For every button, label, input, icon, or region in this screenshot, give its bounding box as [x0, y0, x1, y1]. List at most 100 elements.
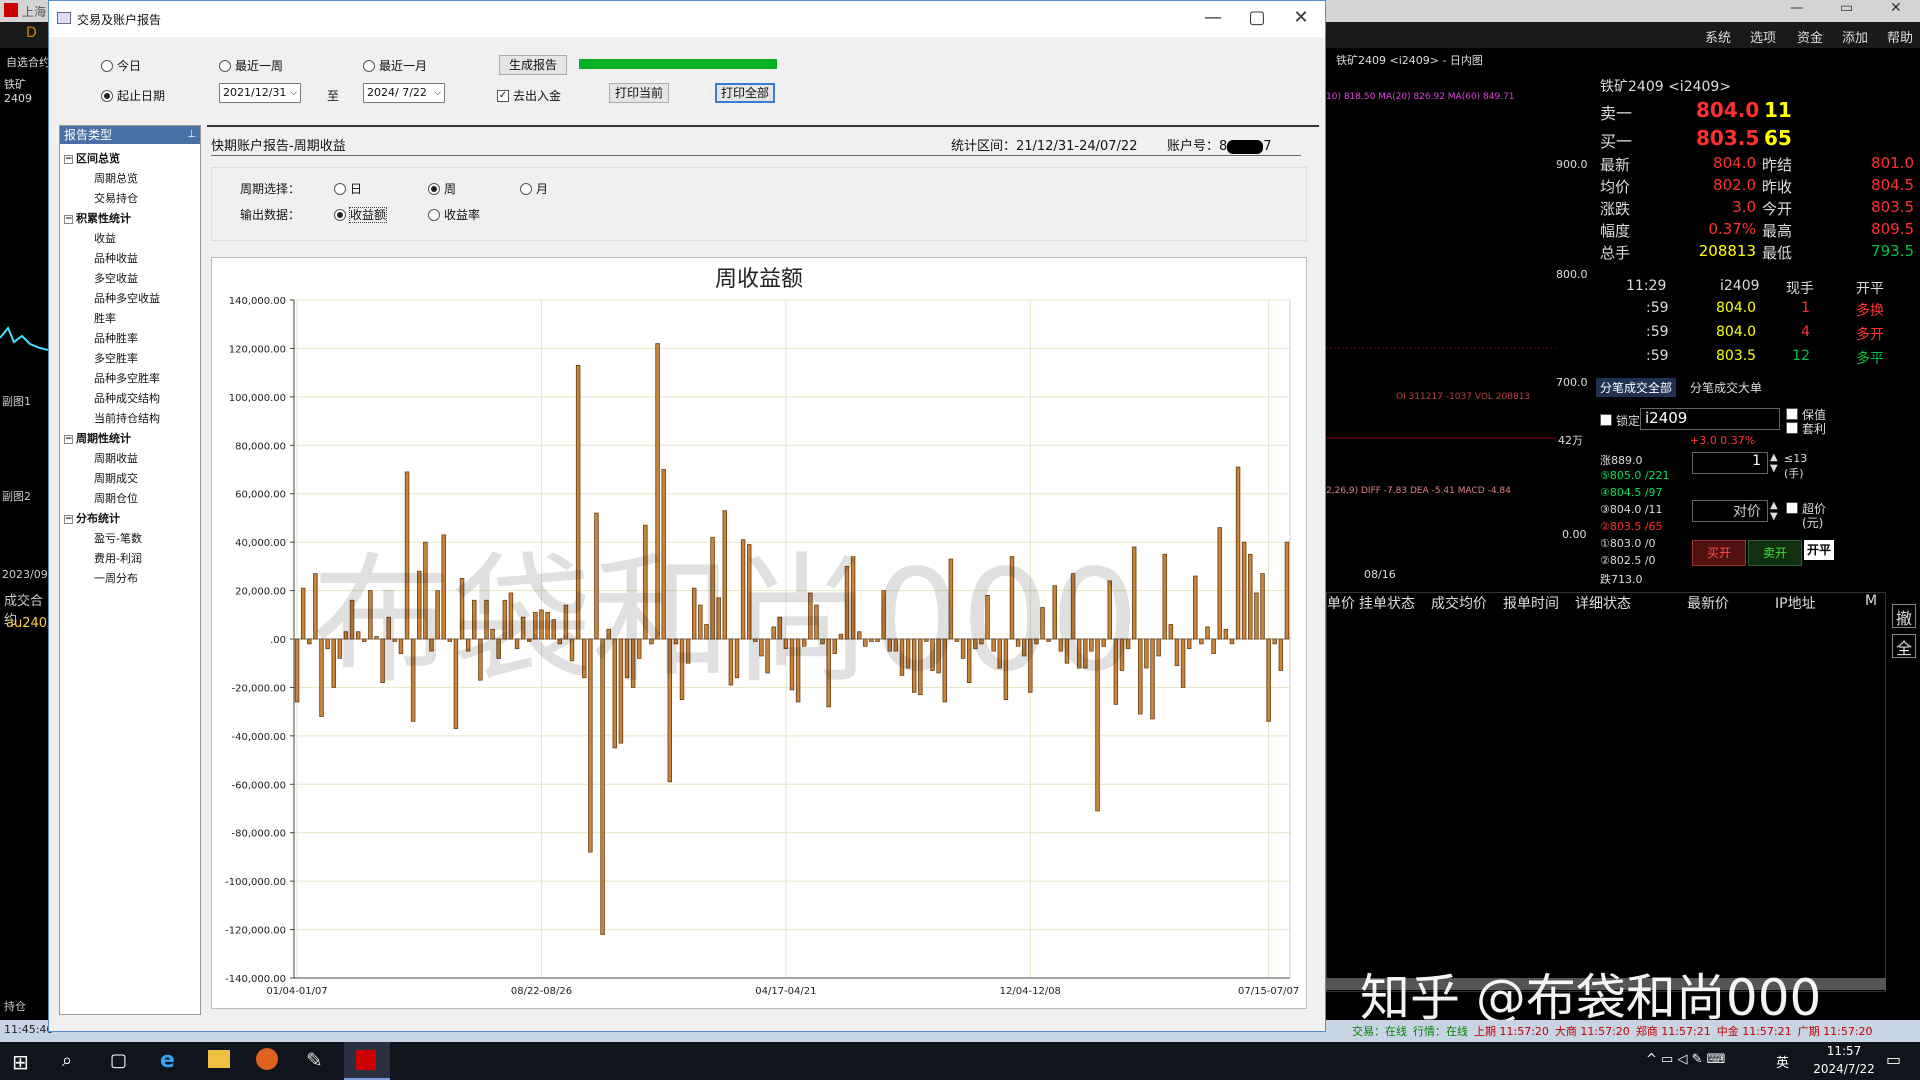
range-custom-option[interactable]: 起止日期	[101, 87, 165, 104]
ime-indicator[interactable]: 英	[1776, 1052, 1789, 1071]
tree-item[interactable]: 收益	[94, 230, 116, 246]
print-current-button[interactable]: 打印当前	[609, 83, 669, 103]
radio-output-rate[interactable]	[428, 208, 440, 221]
radio-period-week[interactable]	[428, 182, 440, 195]
openclose-button[interactable]: 开平	[1804, 540, 1834, 560]
generate-report-button[interactable]: 生成报告	[499, 55, 567, 75]
period-month-option[interactable]: 月	[520, 180, 548, 197]
depth-level[interactable]: ③804.0 /11	[1600, 503, 1663, 516]
menu-add[interactable]: 添加	[1842, 27, 1868, 46]
watchlist-label[interactable]: 自选合约	[6, 54, 50, 70]
order-col-header[interactable]: IP地址	[1775, 593, 1816, 613]
menu-funds[interactable]: 资金	[1797, 27, 1823, 46]
depth-level[interactable]: ⑤805.0 /221	[1600, 469, 1670, 482]
cancel-all-button[interactable]: 全	[1892, 634, 1916, 658]
tab-big-ticks[interactable]: 分笔成交大单	[1686, 378, 1766, 397]
tree-item[interactable]: 品种多空收益	[94, 290, 160, 306]
tree-item[interactable]: 品种成交结构	[94, 390, 160, 406]
sell-open-button[interactable]: 卖开	[1748, 540, 1802, 566]
clock-time[interactable]: 11:57	[1814, 1044, 1874, 1058]
over-price-checkbox[interactable]	[1786, 502, 1798, 514]
buy-open-button[interactable]: 买开	[1692, 540, 1746, 566]
maximize-icon[interactable]: ▢	[1239, 5, 1275, 31]
arb-checkbox[interactable]	[1786, 422, 1798, 434]
range-month-option[interactable]: 最近一月	[363, 57, 427, 74]
end-date-picker[interactable]: 2024/ 7/22 ⌵	[363, 83, 445, 103]
bg-close-icon[interactable]: ✕	[1890, 0, 1902, 16]
radio-period-day[interactable]	[334, 182, 346, 195]
tree-item[interactable]: 当前持仓结构	[94, 410, 160, 426]
tray-icons[interactable]: ^ ▭ ◁ ✎ ⌨	[1646, 1052, 1725, 1067]
tree-item[interactable]: 品种胜率	[94, 330, 138, 346]
chevron-down-icon[interactable]: ⌵	[434, 84, 441, 102]
radio-month[interactable]	[363, 59, 375, 72]
depth-level[interactable]: ④804.5 /97	[1600, 486, 1663, 499]
tree-item[interactable]: 周期成交	[94, 470, 138, 486]
order-col-header[interactable]: 挂单状态	[1359, 593, 1415, 613]
depth-level[interactable]: 涨889.0	[1600, 452, 1643, 468]
explorer-icon[interactable]	[208, 1050, 230, 1068]
trading-app-taskbar-item[interactable]	[344, 1042, 390, 1080]
start-date-picker[interactable]: 2021/12/31 ⌵	[219, 83, 301, 103]
notification-icon[interactable]: ▭	[1886, 1050, 1901, 1069]
order-col-header[interactable]: M	[1865, 593, 1877, 609]
period-week-option[interactable]: 周	[428, 180, 456, 197]
collapse-icon[interactable]: −	[64, 214, 73, 224]
radio-custom[interactable]	[101, 89, 113, 102]
qty-stepper-icon[interactable]: ▲ ▼	[1770, 452, 1778, 474]
tree-item[interactable]: 多空收益	[94, 270, 138, 286]
tree-item[interactable]: 品种多空胜率	[94, 370, 160, 386]
range-week-option[interactable]: 最近一周	[219, 57, 283, 74]
hedge-checkbox[interactable]	[1786, 408, 1798, 420]
tree-item[interactable]: 盈亏-笔数	[94, 530, 142, 546]
contract-input[interactable]: i2409	[1640, 408, 1780, 430]
chevron-down-icon[interactable]: ⌵	[290, 84, 297, 102]
tree-group[interactable]: − 区间总览	[64, 150, 120, 166]
clock-date[interactable]: 2024/7/22	[1808, 1062, 1880, 1076]
close-icon[interactable]: ✕	[1283, 5, 1319, 31]
menu-options[interactable]: 选项	[1750, 27, 1776, 46]
order-col-header[interactable]: 详细状态	[1575, 593, 1631, 613]
ie-icon[interactable]: e	[160, 1048, 175, 1073]
bg-minimize-icon[interactable]: —	[1790, 0, 1804, 16]
radio-output-amount[interactable]	[334, 208, 346, 221]
radio-period-month[interactable]	[520, 182, 532, 195]
range-today-option[interactable]: 今日	[101, 57, 141, 74]
tree-item[interactable]: 多空胜率	[94, 350, 138, 366]
exclude-cash-checkbox[interactable]: ✓	[497, 89, 509, 102]
qty-input[interactable]: 1	[1692, 452, 1768, 474]
cancel-button[interactable]: 撤	[1892, 604, 1916, 628]
tree-item[interactable]: 胜率	[94, 310, 116, 326]
tree-item[interactable]: 品种收益	[94, 250, 138, 266]
tree-group[interactable]: − 周期性统计	[64, 430, 131, 446]
depth-level[interactable]: ②803.5 /65	[1600, 520, 1663, 533]
exclude-cash-option[interactable]: ✓ 去出入金	[497, 87, 561, 104]
menu-system[interactable]: 系统	[1705, 27, 1731, 46]
radio-today[interactable]	[101, 59, 113, 72]
period-day-option[interactable]: 日	[334, 180, 362, 197]
pen-icon[interactable]: ✎	[306, 1048, 323, 1072]
lock-checkbox[interactable]	[1600, 414, 1612, 426]
depth-level[interactable]: 跌713.0	[1600, 571, 1643, 587]
search-icon[interactable]: ⌕	[62, 1050, 72, 1071]
tree-item[interactable]: 交易持仓	[94, 190, 138, 206]
position-label[interactable]: 持仓	[4, 998, 26, 1014]
bg-maximize-icon[interactable]: ▭	[1840, 0, 1853, 16]
firefox-icon[interactable]	[256, 1048, 278, 1070]
pin-icon[interactable]: ⊥	[187, 126, 196, 144]
au-label[interactable]: au240	[6, 616, 47, 631]
tree-item[interactable]: 周期仓位	[94, 490, 138, 506]
tree-item[interactable]: 周期总览	[94, 170, 138, 186]
radio-week[interactable]	[219, 59, 231, 72]
tree-item[interactable]: 费用-利润	[94, 550, 142, 566]
collapse-icon[interactable]: −	[64, 434, 73, 444]
tree-item[interactable]: 周期收益	[94, 450, 138, 466]
order-col-header[interactable]: 单价	[1327, 593, 1355, 613]
output-rate-option[interactable]: 收益率	[428, 206, 480, 223]
price-mode[interactable]: 对价	[1692, 500, 1768, 522]
menu-help[interactable]: 帮助	[1887, 27, 1913, 46]
task-view-icon[interactable]: ▢	[110, 1050, 127, 1071]
order-col-header[interactable]: 成交均价	[1431, 593, 1487, 613]
windows-start-icon[interactable]: ⊞	[12, 1050, 29, 1074]
minimize-icon[interactable]: —	[1195, 5, 1231, 31]
